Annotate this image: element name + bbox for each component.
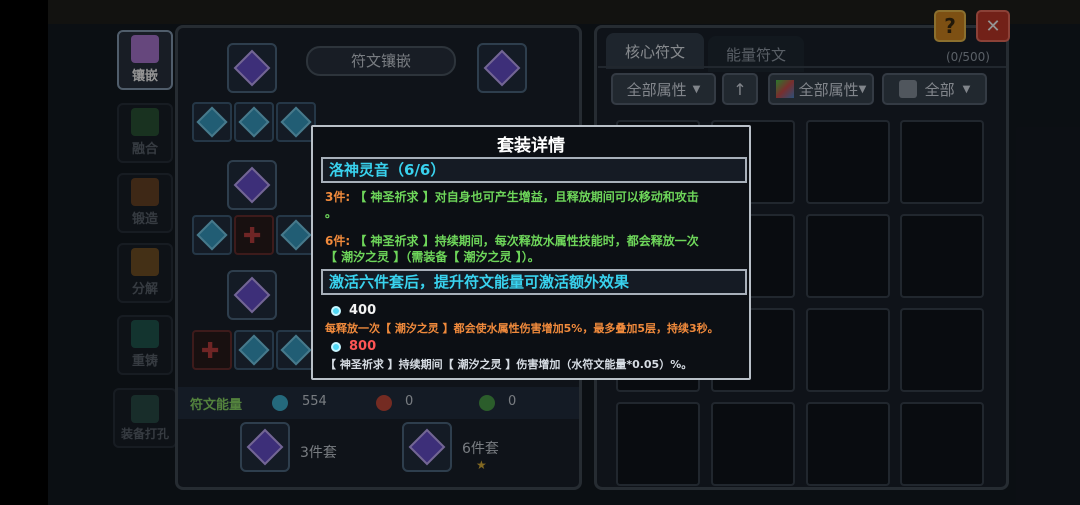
water-gem-icon: [331, 305, 341, 316]
set-name-header: 洛神灵音（6/6）: [321, 157, 747, 183]
bonus-6-text-2: 【 潮汐之灵 】（需装备【 潮汐之灵 】）。: [325, 250, 540, 264]
tier-800-text: 【 神圣祈求 】持续期间【 潮汐之灵 】伤害增加（水符文能量*0.05）%。: [325, 358, 693, 371]
bonus-6-prefix: 6件:: [325, 234, 351, 248]
bonus-3-body: 【 神圣祈求 】对自身也可产生增益，且释放期间可以移动和攻击: [354, 190, 699, 204]
tier-800-row: 800: [331, 339, 376, 355]
set-detail-modal: 套装详情 洛神灵音（6/6） 3件: 【 神圣祈求 】对自身也可产生增益，且释放…: [311, 125, 751, 380]
bonus-3-prefix: 3件:: [325, 190, 351, 204]
bonus-3-tail: 。: [325, 206, 338, 220]
bonus-6-text: 6件: 【 神圣祈求 】持续期间，每次释放水属性技能时，都会释放一次: [325, 233, 745, 249]
modal-title: 套装详情: [497, 136, 565, 156]
tier-800-value: 800: [349, 339, 377, 354]
extra-effect-header: 激活六件套后，提升符文能量可激活额外效果: [321, 269, 747, 295]
bonus-6-body: 【 神圣祈求 】持续期间，每次释放水属性技能时，都会释放一次: [354, 234, 699, 248]
water-gem-icon: [331, 341, 341, 352]
tier-400-text: 每释放一次【 潮汐之灵 】都会使水属性伤害增加5%，最多叠加5层，持续3秒。: [325, 322, 719, 335]
tier-400-value: 400: [349, 303, 377, 318]
bonus-3-text: 3件: 【 神圣祈求 】对自身也可产生增益，且释放期间可以移动和攻击: [325, 189, 745, 205]
tier-400-row: 400: [331, 303, 376, 319]
